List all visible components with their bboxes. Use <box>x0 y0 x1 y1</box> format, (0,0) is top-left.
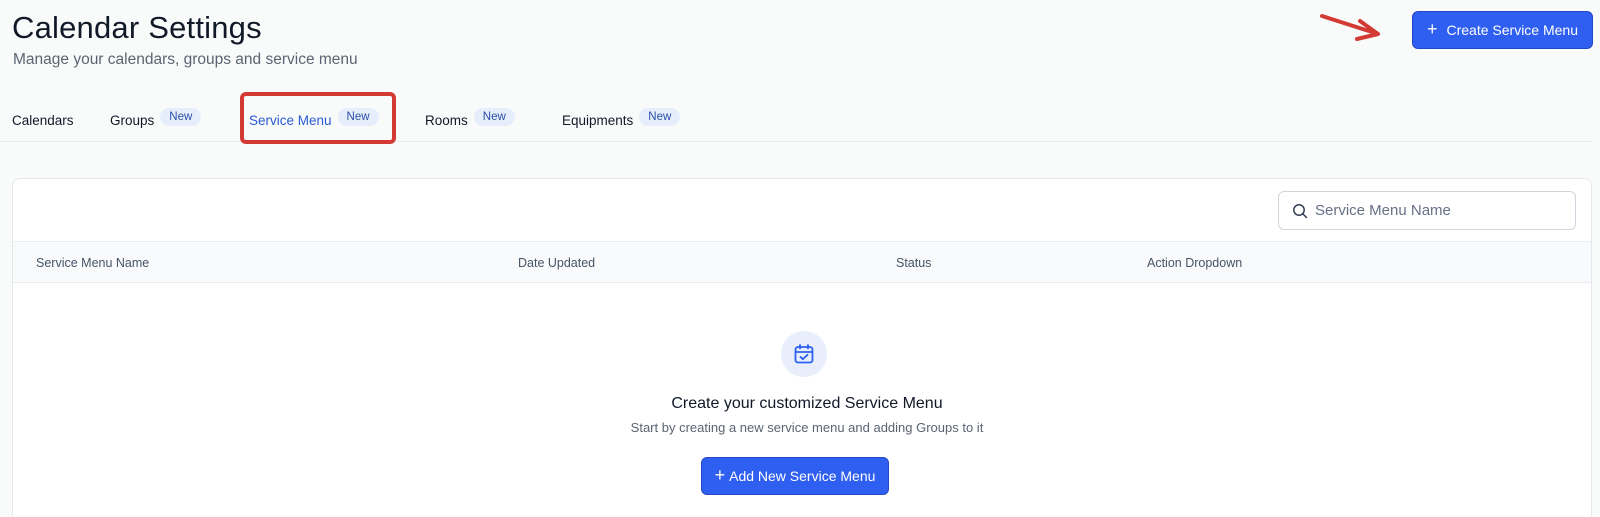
empty-state-title: Create your customized Service Menu <box>671 395 943 412</box>
new-badge: New <box>473 108 515 126</box>
plus-icon: + <box>714 465 726 485</box>
add-new-service-menu-button[interactable]: + Add New Service Menu <box>701 457 889 495</box>
tab-label: Service Menu <box>249 112 332 128</box>
new-badge: New <box>337 108 379 126</box>
plus-icon: + <box>1426 19 1438 39</box>
add-new-service-menu-label: Add New Service Menu <box>729 468 876 484</box>
tab-label: Groups <box>110 112 155 128</box>
tab-label: Equipments <box>562 112 634 128</box>
tab-rooms[interactable]: Rooms New <box>425 108 515 132</box>
page-title: Calendar Settings <box>12 10 262 45</box>
tab-label: Rooms <box>425 112 468 128</box>
tab-service-menu[interactable]: Service Menu New <box>249 108 379 132</box>
tab-calendars[interactable]: Calendars <box>12 108 74 132</box>
empty-state-icon-circle <box>781 331 827 377</box>
column-header-action-dropdown[interactable]: Action Dropdown <box>1147 256 1242 270</box>
calendar-check-icon <box>794 344 814 364</box>
new-badge: New <box>639 108 681 126</box>
calendar-settings-page: Calendar Settings Manage your calendars,… <box>0 0 1600 517</box>
search-input[interactable] <box>1315 202 1575 219</box>
tab-groups[interactable]: Groups New <box>110 108 202 132</box>
search-icon <box>1293 203 1308 218</box>
create-service-menu-button[interactable]: + Create Service Menu <box>1412 11 1593 49</box>
column-header-name[interactable]: Service Menu Name <box>36 256 149 270</box>
service-menu-card: Service Menu Name Date Updated Status Ac… <box>12 178 1592 517</box>
page-subtitle: Manage your calendars, groups and servic… <box>13 51 358 68</box>
table-header: Service Menu Name Date Updated Status Ac… <box>13 241 1591 283</box>
column-header-status[interactable]: Status <box>896 256 931 270</box>
tab-equipments[interactable]: Equipments New <box>562 108 681 132</box>
annotation-arrow-icon <box>1320 14 1380 41</box>
settings-tabs: Calendars Groups New Service Menu New Ro… <box>0 100 1592 142</box>
search-field[interactable] <box>1278 191 1576 230</box>
empty-state-description: Start by creating a new service menu and… <box>630 420 984 435</box>
new-badge: New <box>160 108 202 126</box>
create-service-menu-label: Create Service Menu <box>1446 22 1579 38</box>
tab-label: Calendars <box>12 112 74 128</box>
column-header-date-updated[interactable]: Date Updated <box>518 256 595 270</box>
